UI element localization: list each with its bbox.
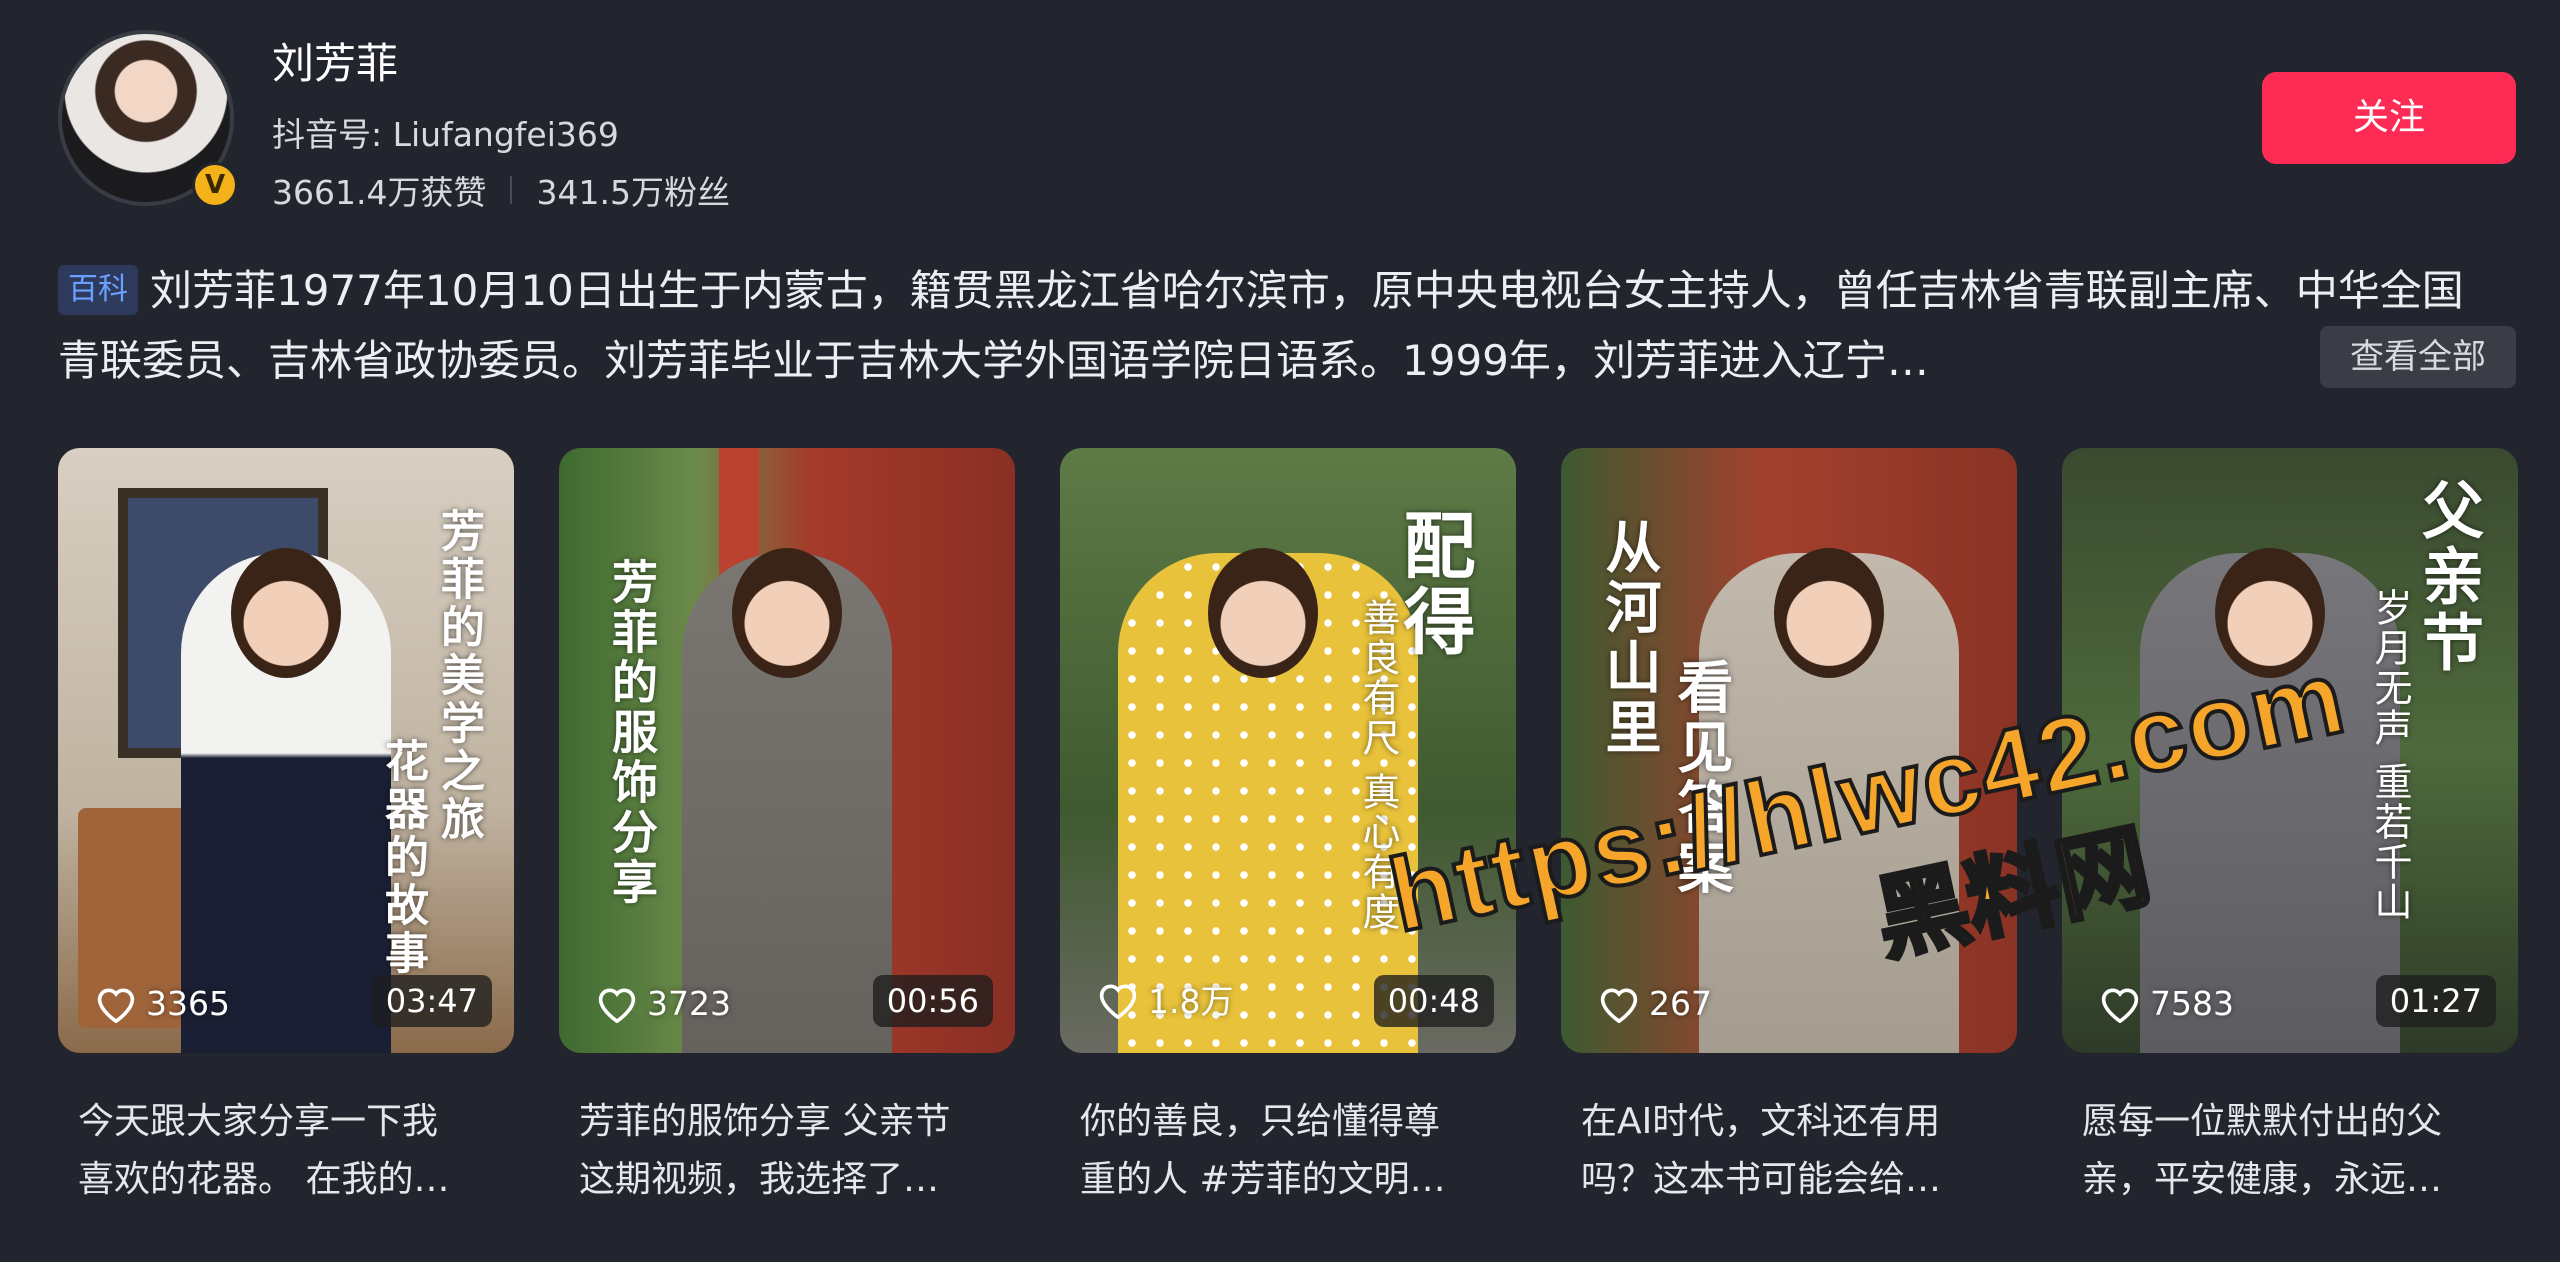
likes-value: 1.8万 — [1148, 982, 1234, 1021]
video-card[interactable]: 芳菲的美学之旅 花器的故事 3365 03:47 今天跟大家分享一下我 喜欢的花… — [58, 448, 514, 1209]
overlay-title: 芳菲的服饰分享 — [605, 558, 659, 908]
overlay-subtitle: 花器的故事 — [377, 738, 428, 978]
bio-text: 刘芳菲1977年10月10日出生于内蒙古，籍贯黑龙江省哈尔滨市，原中央电视台女主… — [58, 266, 2464, 385]
video-card[interactable]: 配得 善良有尺 真心有度 1.8万 00:48 你的善良，只给懂得尊 重的人 #… — [1060, 448, 1516, 1209]
person-head — [231, 548, 341, 678]
heart-icon — [598, 988, 636, 1023]
verified-icon: V — [192, 162, 238, 208]
likes-value: 267 — [1649, 983, 1712, 1023]
likes-value: 7583 — [2150, 983, 2234, 1023]
view-all-button[interactable]: 查看全部 — [2320, 326, 2516, 388]
video-likes: 1.8万 — [1096, 975, 1233, 1023]
video-thumbnail[interactable]: 配得 善良有尺 真心有度 1.8万 00:48 — [1060, 448, 1516, 1053]
person-head — [1774, 548, 1884, 678]
video-caption[interactable]: 芳菲的服饰分享 父亲节 这期视频，我选择了… — [579, 1093, 999, 1209]
caption-line: 芳菲的服饰分享 父亲节 — [579, 1101, 951, 1142]
video-likes: 3365 — [94, 983, 230, 1023]
overlay-subtitle: 善良有尺 真心有度 — [1356, 598, 1400, 933]
likes-value: 3365 — [146, 983, 230, 1023]
caption-line: 愿每一位默默付出的父 — [2082, 1101, 2443, 1142]
video-likes: 3723 — [595, 983, 731, 1023]
bio: 百科 刘芳菲1977年10月10日出生于内蒙古，籍贯黑龙江省哈尔滨市，原中央电视台… — [58, 256, 2498, 396]
stats-divider — [510, 176, 513, 204]
likes-count: 3661.4万获赞 — [272, 173, 487, 212]
caption-line: 今天跟大家分享一下我 — [78, 1101, 439, 1142]
person-head — [2215, 548, 2325, 678]
caption-line: 喜欢的花器。 在我的… — [78, 1159, 450, 1200]
heart-icon — [2101, 988, 2139, 1023]
video-caption[interactable]: 在AI时代，文科还有用 吗？这本书可能会给… — [1581, 1093, 2001, 1209]
video-duration: 01:27 — [2375, 975, 2496, 1027]
likes-value: 3723 — [647, 983, 731, 1023]
video-thumbnail[interactable]: 芳菲的美学之旅 花器的故事 3365 03:47 — [58, 448, 514, 1053]
heart-icon — [1099, 984, 1137, 1019]
video-card[interactable]: 父亲节 岁月无声 重若千山 7583 01:27 愿每一位默默付出的父 亲，平安… — [2062, 448, 2518, 1209]
caption-line: 重的人 #芳菲的文明… — [1080, 1159, 1446, 1200]
video-thumbnail[interactable]: 芳菲的服饰分享 3723 00:56 — [559, 448, 1015, 1053]
overlay-subtitle: 看见答案 — [1668, 658, 1734, 898]
follow-button[interactable]: 关注 — [2262, 72, 2516, 164]
video-card[interactable]: 从河山里 看见答案 267 在AI时代，文科还有用 吗？这本书可能会给… — [1561, 448, 2017, 1209]
profile-handle: 抖音号: Liufangfei369 — [272, 115, 619, 154]
baike-tag[interactable]: 百科 — [58, 265, 138, 315]
profile-name[interactable]: 刘芳菲 — [272, 30, 398, 91]
video-likes: 7583 — [2098, 983, 2234, 1023]
overlay-title: 从河山里 — [1596, 518, 1662, 758]
video-duration: 00:56 — [872, 975, 993, 1027]
caption-line: 吗？这本书可能会给… — [1581, 1159, 1942, 1200]
overlay-subtitle: 岁月无声 重若千山 — [2368, 588, 2412, 923]
overlay-title: 芳菲的美学之旅 — [433, 508, 484, 844]
caption-line: 你的善良，只给懂得尊 — [1080, 1101, 1441, 1142]
video-card[interactable]: 芳菲的服饰分享 3723 00:56 芳菲的服饰分享 父亲节 这期视频，我选择了… — [559, 448, 1015, 1209]
video-thumbnail[interactable]: 从河山里 看见答案 267 — [1561, 448, 2017, 1053]
caption-line: 这期视频，我选择了… — [579, 1159, 940, 1200]
heart-icon — [1600, 988, 1638, 1023]
person-head — [1208, 548, 1318, 678]
person-head — [732, 548, 842, 678]
profile-stats: 3661.4万获赞 341.5万粉丝 — [272, 166, 730, 214]
video-duration: 00:48 — [1373, 975, 1494, 1027]
video-caption[interactable]: 你的善良，只给懂得尊 重的人 #芳菲的文明… — [1080, 1093, 1500, 1209]
heart-icon — [97, 988, 135, 1023]
fans-count: 341.5万粉丝 — [536, 173, 730, 212]
video-duration: 03:47 — [371, 975, 492, 1027]
video-caption[interactable]: 愿每一位默默付出的父 亲，平安健康，永远… — [2082, 1093, 2502, 1209]
caption-line: 在AI时代，文科还有用 — [1581, 1101, 1941, 1142]
video-caption[interactable]: 今天跟大家分享一下我 喜欢的花器。 在我的… — [78, 1093, 498, 1209]
video-thumbnail[interactable]: 父亲节 岁月无声 重若千山 7583 01:27 — [2062, 448, 2518, 1053]
caption-line: 亲，平安健康，永远… — [2082, 1159, 2443, 1200]
profile-card: V 刘芳菲 抖音号: Liufangfei369 3661.4万获赞 341.5… — [0, 0, 2560, 1262]
video-likes: 267 — [1597, 983, 1712, 1023]
